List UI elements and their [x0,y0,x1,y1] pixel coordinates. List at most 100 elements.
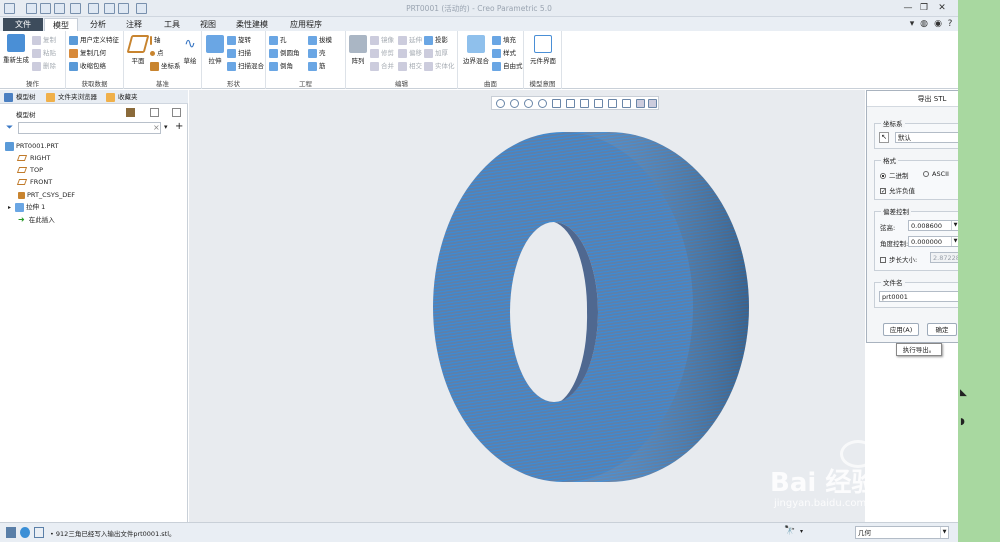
thicken-icon [424,48,433,58]
tree-node-top[interactable]: TOP [16,164,43,176]
freestyle-button[interactable]: 自由式 [492,61,523,72]
tab-annotate[interactable]: 注释 [118,18,150,31]
window-title: PRT0001 (活动的) - Creo Parametric 5.0 [406,4,552,13]
graphics-window[interactable] [189,90,865,522]
binary-radio[interactable]: 二进制 [880,170,909,180]
csys-button[interactable]: 坐标系 [150,61,181,72]
select-csys-icon[interactable]: ↖ [879,132,889,143]
round-button[interactable]: 倒圆角 [269,48,300,59]
point-button[interactable]: 点 [150,48,164,59]
copy-button[interactable]: 复制 [32,35,56,46]
clear-search-icon[interactable]: × [153,123,160,132]
component-interface-icon [534,35,552,53]
tab-file[interactable]: 文件 [3,18,43,31]
full-screen-icon[interactable] [34,527,44,538]
tree-node-front[interactable]: FRONT [16,176,52,188]
allow-negative-checkbox[interactable]: ✓ 允许负值 [880,185,915,195]
extend-button[interactable]: 延伸 [398,35,422,46]
axis-button[interactable]: 轴 [150,35,161,46]
group-engineering: 孔 倒圆角 倒角 拔模 壳 筋 工程 [266,31,346,89]
watermark: Bai 经验 jingyan.baidu.com [770,440,960,520]
find-icon[interactable]: 🔭 [784,526,795,536]
mirror-button[interactable]: 镜像 [370,35,394,46]
project-button[interactable]: 投影 [424,35,448,46]
style-icon [492,48,501,58]
toggle-navigator-icon[interactable] [6,527,16,538]
swept-blend-button[interactable]: 扫描混合 [227,61,264,72]
sweep-button[interactable]: 扫描 [227,48,251,59]
tab-model-tree[interactable]: 模型树 [2,91,36,104]
tab-favorites[interactable]: 收藏夹 [104,91,138,104]
tree-node-part[interactable]: PRT0001.PRT [5,140,58,152]
draft-button[interactable]: 拔模 [308,35,332,46]
tab-analysis[interactable]: 分析 [82,18,114,31]
tree-node-extrude[interactable]: ▸ 拉伸 1 [8,201,45,213]
selection-filter-select[interactable]: 几何 ▼ [855,526,949,539]
boundary-blend-button[interactable]: 边界混合 [460,35,492,65]
status-message: • 912三角已经写入输出文件prt0001.stl。 [50,530,176,538]
regenerate-button[interactable]: 重新生成 [3,34,29,64]
tree-node-csys[interactable]: PRT_CSYS_DEF [18,189,75,201]
ascii-radio[interactable]: ASCII [923,170,949,178]
intersect-button[interactable]: 相交 [398,61,422,72]
filter-icon[interactable]: ⏷ [6,123,13,133]
rib-icon [308,61,317,71]
tab-view[interactable]: 视图 [192,18,224,31]
paste-button[interactable]: 粘贴 [32,48,56,59]
udf-button[interactable]: 用户定义特征 [69,35,119,46]
tree-columns-icon[interactable] [172,108,181,117]
shrinkwrap-icon [69,61,78,71]
freestyle-icon [492,61,501,71]
sketch-button[interactable]: ∿ 草绘 [180,35,200,65]
plane-button[interactable]: 平面 [126,35,150,65]
revolve-button[interactable]: 旋转 [227,35,251,46]
angle-control-input[interactable]: 0.000000 ▼ [908,236,960,247]
tree-settings-icon[interactable] [126,108,135,117]
tree-node-insert-here[interactable]: ➜ 在此插入 [18,214,55,226]
title-bar: PRT0001 (活动的) - Creo Parametric 5.0 — ❐ … [0,0,958,17]
chamfer-button[interactable]: 倒角 [269,61,293,72]
shrinkwrap-button[interactable]: 收缩包络 [69,61,106,72]
tree-node-right[interactable]: RIGHT [16,152,50,164]
add-filter-icon[interactable]: + [175,121,183,132]
browser-icon[interactable] [20,527,30,538]
delete-button[interactable]: 删除 [32,61,56,72]
trim-button[interactable]: 修剪 [370,48,394,59]
minimize-icon[interactable]: — [902,2,914,14]
component-interface-button[interactable]: 元件界面 [526,35,560,65]
offset-button[interactable]: 偏移 [398,48,422,59]
ok-button[interactable]: 确定 [927,323,957,336]
solidify-button[interactable]: 实体化 [424,61,455,72]
extrude-button[interactable]: 拉伸 [205,35,225,65]
thicken-button[interactable]: 加厚 [424,48,448,59]
plane-icon [126,35,150,53]
apply-button[interactable]: 应用(A) [883,323,919,336]
merge-button[interactable]: 合并 [370,61,394,72]
close-icon[interactable]: ✕ [936,2,948,14]
rib-button[interactable]: 筋 [308,61,326,72]
tab-model[interactable]: 模型 [44,18,78,31]
tab-folder-browser[interactable]: 文件夹浏览器 [44,91,97,104]
fill-button[interactable]: 填充 [492,35,516,46]
intersect-icon [398,61,407,71]
globe-icon[interactable]: ◉ [932,18,944,30]
find-dropdown-icon[interactable]: ▾ [800,528,803,535]
tab-applications[interactable]: 应用程序 [282,18,330,31]
pattern-button[interactable]: 阵列 [348,35,368,65]
search-options-icon[interactable]: ▾ [164,123,168,131]
style-button[interactable]: 样式 [492,48,516,59]
tab-flexible[interactable]: 柔性建模 [228,18,276,31]
tree-search-input[interactable] [18,122,161,134]
hole-button[interactable]: 孔 [269,35,287,46]
tree-show-icon[interactable] [150,108,159,117]
restore-icon[interactable]: ❐ [918,2,930,14]
shell-button[interactable]: 壳 [308,48,326,59]
help-icon[interactable]: ? [944,18,956,30]
help-search-icon[interactable]: ◍ [918,18,930,30]
tab-tools[interactable]: 工具 [156,18,188,31]
copy-geometry-button[interactable]: 复制几何 [69,48,106,59]
expand-icon[interactable]: ▸ [8,204,11,211]
chord-height-input[interactable]: 0.008600 ▼ [908,220,960,231]
minimize-ribbon-icon[interactable]: ▾ [906,18,918,30]
step-size-checkbox[interactable]: 步长大小: [880,254,917,264]
